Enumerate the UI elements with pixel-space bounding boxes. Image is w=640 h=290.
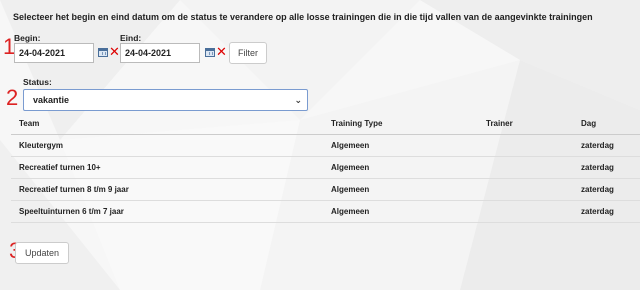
col-header-dag: Dag <box>573 114 640 135</box>
cell-team: Recreatief turnen 8 t/m 9 jaar <box>11 178 323 201</box>
col-header-training-type: Training Type <box>323 114 478 135</box>
col-header-trainer: Trainer <box>478 114 573 135</box>
cell-dag: zaterdag <box>573 200 640 223</box>
calendar-icon[interactable] <box>98 48 108 57</box>
eind-label: Eind: <box>120 33 142 43</box>
begin-date-input[interactable]: 24-04-2021 <box>14 43 94 63</box>
update-button[interactable]: Updaten <box>15 242 69 264</box>
cell-dag: zaterdag <box>573 134 640 157</box>
begin-label: Begin: <box>14 33 41 43</box>
status-selected-value: vakantie <box>33 95 70 105</box>
step-marker-2: 2 <box>6 85 19 110</box>
cell-trainer <box>478 156 573 179</box>
chevron-down-icon: ⌄ <box>294 95 302 105</box>
cell-type: Algemeen <box>323 134 478 157</box>
table-row[interactable]: Speeltuinturnen 6 t/m 7 jaar Algemeen za… <box>11 200 640 223</box>
cell-trainer <box>478 134 573 157</box>
table-row[interactable]: Recreatief turnen 8 t/m 9 jaar Algemeen … <box>11 178 640 201</box>
col-header-team: Team <box>11 114 323 135</box>
status-label: Status: <box>23 77 52 87</box>
clear-eind-icon[interactable]: ✕ <box>216 45 227 58</box>
cell-team: Kleutergym <box>11 134 323 157</box>
table-row[interactable]: Kleutergym Algemeen zaterdag <box>11 134 640 157</box>
instruction-text: Selecteer het begin en eind datum om de … <box>13 12 593 22</box>
cell-type: Algemeen <box>323 156 478 179</box>
cell-dag: zaterdag <box>573 178 640 201</box>
cell-type: Algemeen <box>323 200 478 223</box>
cell-dag: zaterdag <box>573 156 640 179</box>
clear-begin-icon[interactable]: ✕ <box>109 45 120 58</box>
eind-date-input[interactable]: 24-04-2021 <box>120 43 200 63</box>
table-header-row: Team Training Type Trainer Dag <box>11 114 640 135</box>
cell-type: Algemeen <box>323 178 478 201</box>
status-form: Selecteer het begin en eind datum om de … <box>0 0 640 290</box>
cell-trainer <box>478 200 573 223</box>
calendar-icon[interactable] <box>205 48 215 57</box>
trainings-table: Team Training Type Trainer Dag Kleutergy… <box>11 114 640 223</box>
cell-team: Speeltuinturnen 6 t/m 7 jaar <box>11 200 323 223</box>
status-select[interactable]: vakantie ⌄ <box>23 89 308 111</box>
filter-button[interactable]: Filter <box>229 42 267 64</box>
cell-trainer <box>478 178 573 201</box>
cell-team: Recreatief turnen 10+ <box>11 156 323 179</box>
table-row[interactable]: Recreatief turnen 10+ Algemeen zaterdag <box>11 156 640 179</box>
